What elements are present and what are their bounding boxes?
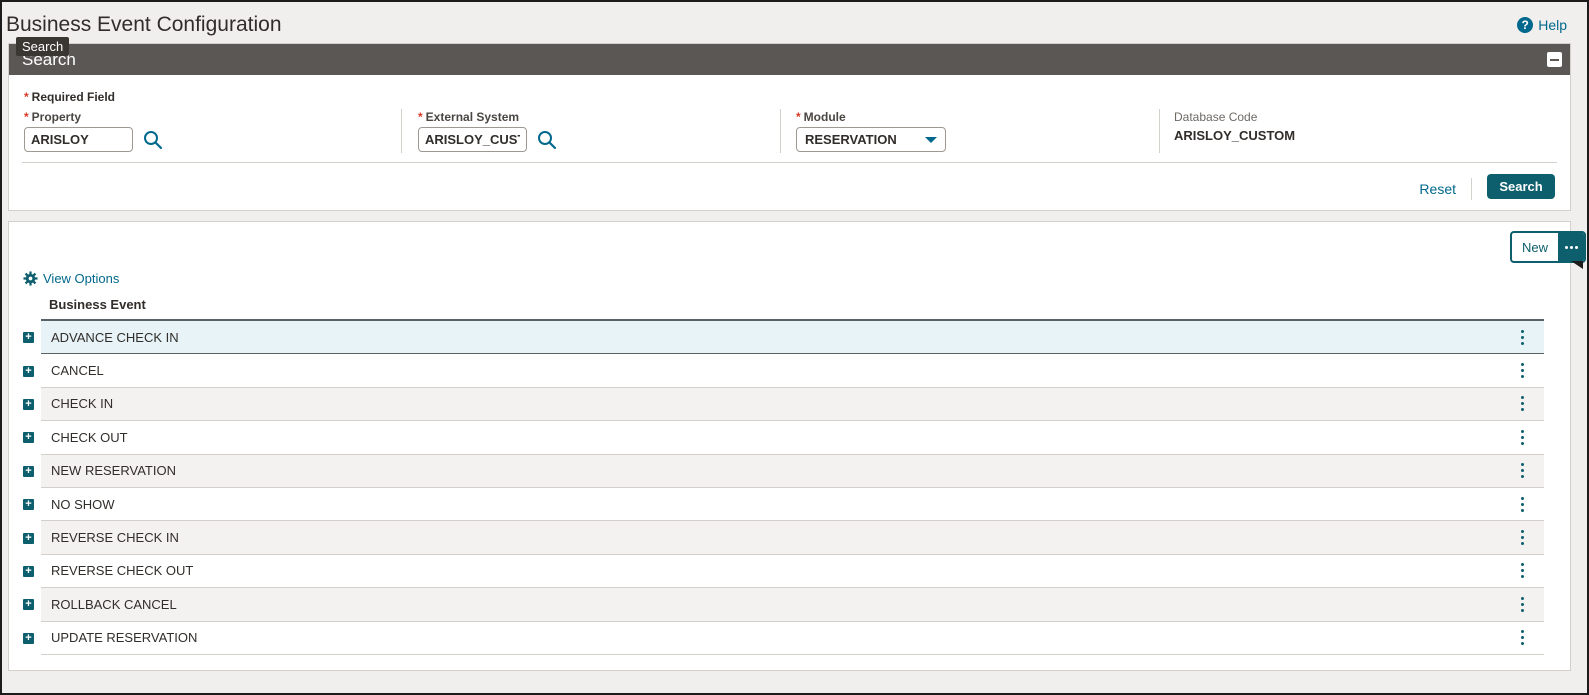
help-label: Help xyxy=(1538,17,1567,33)
row-actions-icon[interactable] xyxy=(1512,594,1532,614)
reset-button[interactable]: Reset xyxy=(1419,181,1456,197)
external-system-field-group: * External System xyxy=(418,110,557,152)
module-label: * Module xyxy=(796,110,846,124)
gear-icon xyxy=(23,271,38,286)
results-panel: New View Options Business Event + + + + … xyxy=(8,221,1586,671)
business-event-name: ADVANCE CHECK IN xyxy=(51,329,179,345)
table-row[interactable]: CHECK OUT xyxy=(41,421,1544,455)
business-event-name: REVERSE CHECK IN xyxy=(51,530,179,546)
required-field-note: * Required Field xyxy=(24,90,116,104)
collapse-icon[interactable] xyxy=(1547,52,1562,67)
row-actions-icon[interactable] xyxy=(1512,561,1532,581)
business-event-name: NEW RESERVATION xyxy=(51,463,176,479)
row-actions-icon[interactable] xyxy=(1512,528,1532,548)
more-icon[interactable] xyxy=(1558,233,1584,261)
business-event-name: CANCEL xyxy=(51,363,104,379)
search-icon[interactable] xyxy=(537,130,557,150)
new-button[interactable]: New xyxy=(1512,233,1558,261)
table-row[interactable]: NEW RESERVATION xyxy=(41,454,1544,488)
expand-icon[interactable]: + xyxy=(23,432,34,444)
property-field-group: * Property xyxy=(24,110,163,152)
search-button[interactable]: Search xyxy=(1487,174,1555,199)
table-row[interactable]: REVERSE CHECK OUT xyxy=(41,554,1544,589)
module-field-group: * Module RESERVATION xyxy=(796,110,946,152)
row-actions-icon[interactable] xyxy=(1512,327,1532,347)
tooltip: Search xyxy=(16,37,70,56)
business-event-name: CHECK IN xyxy=(51,396,114,412)
table-row[interactable]: CANCEL xyxy=(41,354,1544,388)
business-event-table: ADVANCE CHECK IN CANCEL CHECK IN CHECK OUT N… xyxy=(41,319,1544,655)
expand-icon[interactable]: + xyxy=(23,332,34,344)
view-options-link[interactable]: View Options xyxy=(23,271,119,286)
external-system-input[interactable] xyxy=(418,127,527,152)
expand-icon[interactable]: + xyxy=(23,465,34,477)
expand-icon[interactable]: + xyxy=(23,599,34,611)
table-row[interactable]: REVERSE CHECK IN xyxy=(41,521,1544,555)
external-system-label: * External System xyxy=(418,110,520,124)
property-label: * Property xyxy=(24,110,82,124)
module-selected-value: RESERVATION xyxy=(805,132,897,147)
expand-icon[interactable]: + xyxy=(23,499,34,511)
table-row[interactable]: CHECK IN xyxy=(41,387,1544,422)
row-actions-icon[interactable] xyxy=(1512,461,1532,481)
row-actions-icon[interactable] xyxy=(1512,361,1532,381)
search-panel: Search *Required Field *Property *Exte xyxy=(8,43,1571,211)
business-event-name: ROLLBACK CANCEL xyxy=(51,596,177,612)
expand-icon[interactable]: + xyxy=(23,532,34,544)
table-row[interactable]: ADVANCE CHECK IN xyxy=(41,321,1544,355)
row-actions-icon[interactable] xyxy=(1512,628,1532,648)
database-code-label: Database Code xyxy=(1174,110,1258,124)
database-code-field-group: Database Code ARISLOY_CUSTOM xyxy=(1174,110,1295,143)
app-window: Business Event Configuration ? Help Sear… xyxy=(0,0,1589,695)
module-select[interactable]: RESERVATION xyxy=(796,127,946,152)
search-panel-header[interactable]: Search xyxy=(9,44,1570,75)
new-button-group: New xyxy=(1510,231,1586,263)
help-link[interactable]: ? Help xyxy=(1517,17,1567,33)
expand-icon[interactable]: + xyxy=(23,398,34,410)
expand-icon[interactable]: + xyxy=(23,565,34,577)
database-code-value: ARISLOY_CUSTOM xyxy=(1174,128,1296,143)
row-actions-icon[interactable] xyxy=(1512,427,1532,447)
search-icon[interactable] xyxy=(143,130,163,150)
expand-icon[interactable]: + xyxy=(23,632,34,644)
business-event-name: CHECK OUT xyxy=(51,429,128,445)
business-event-name: UPDATE RESERVATION xyxy=(51,630,198,646)
property-input[interactable] xyxy=(24,127,133,152)
row-actions-icon[interactable] xyxy=(1512,394,1532,414)
expand-column: + + + + + + + + + + xyxy=(23,321,35,655)
view-options-label: View Options xyxy=(43,271,120,286)
table-row[interactable]: UPDATE RESERVATION xyxy=(41,621,1544,655)
help-icon: ? xyxy=(1517,17,1534,33)
row-actions-icon[interactable] xyxy=(1512,494,1532,514)
table-row[interactable]: NO SHOW xyxy=(41,487,1544,522)
expand-icon[interactable]: + xyxy=(23,365,34,377)
business-event-name: NO SHOW xyxy=(51,496,115,512)
business-event-name: REVERSE CHECK OUT xyxy=(51,563,194,579)
page-title: Business Event Configuration xyxy=(6,13,282,36)
table-row[interactable]: ROLLBACK CANCEL xyxy=(41,588,1544,622)
chevron-down-icon xyxy=(925,136,937,143)
column-header-business-event[interactable]: Business Event xyxy=(49,297,146,312)
